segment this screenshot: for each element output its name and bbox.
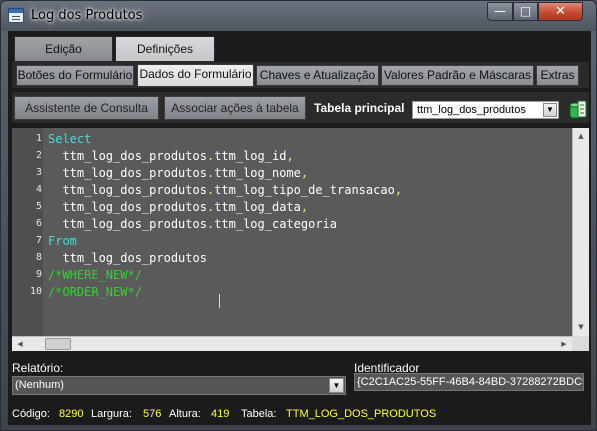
code-token: ttm_log_dos_produtos (48, 217, 207, 231)
width-value: 576 (143, 408, 162, 420)
app-window: Log dos Produtos — □ ✕ Edição Definições… (0, 0, 597, 431)
code-token: ttm_log_dos_produtos (48, 166, 207, 180)
code-token: ttm_log_dos_produtos (48, 251, 207, 265)
window-title: Log dos Produtos (31, 8, 143, 23)
sql-editor[interactable]: 1 2 3 4 5 6 7 8 9 10 Select ttm_log_dos_produtos.… (12, 128, 589, 351)
code-line[interactable]: From (48, 233, 402, 250)
height-label: Altura: (169, 408, 201, 420)
code-line[interactable]: ttm_log_dos_produtos.ttm_log_tipo_de_tra… (48, 182, 402, 199)
code-token: , (394, 183, 403, 197)
code-line[interactable]: ttm_log_dos_produtos.ttm_log_id, (48, 148, 402, 165)
code-token: ttm_log_id (214, 149, 287, 163)
line-number: 10 (29, 286, 42, 297)
code-token: , (300, 166, 309, 180)
scroll-left-icon[interactable]: ◀ (12, 337, 28, 351)
code-token: ttm_log_data (214, 200, 301, 214)
code-line[interactable]: ttm_log_dos_produtos (48, 250, 402, 267)
code-line[interactable]: ttm_log_dos_produtos.ttm_log_categoria (48, 216, 402, 233)
chevron-down-icon[interactable]: ▼ (543, 103, 557, 117)
code-token: /*ORDER_NEW*/ (48, 285, 142, 299)
database-icon[interactable] (569, 100, 587, 120)
code-token: ttm_log_nome (214, 166, 301, 180)
maximize-button[interactable]: □ (513, 2, 538, 21)
vertical-scrollbar[interactable]: ▲ ▼ (572, 128, 589, 336)
tab-edicao[interactable]: Edição (14, 36, 113, 62)
code-token: ttm_log_dos_produtos (48, 200, 207, 214)
code-value: 8290 (59, 408, 84, 420)
table-label: Tabela: (241, 408, 277, 420)
tab-definicoes[interactable]: Definições (115, 36, 215, 62)
code-line[interactable]: /*WHERE_NEW*/ (48, 267, 402, 284)
code-token: /*WHERE_NEW*/ (48, 268, 142, 282)
code-line[interactable]: ttm_log_dos_produtos.ttm_log_data, (48, 199, 402, 216)
report-label: Relatório: (12, 361, 64, 375)
code-token: ttm_log_dos_produtos (48, 149, 207, 163)
tab-chaves-e-atualizacao[interactable]: Chaves e Atualização (256, 65, 379, 86)
code-token: Select (48, 132, 92, 146)
status-bar: Código: 8290 Largura: 576 Altura: 419 Ta… (12, 408, 589, 424)
line-number: 8 (35, 252, 42, 263)
width-label: Largura: (91, 408, 132, 420)
line-number: 2 (35, 150, 42, 161)
identifier-value: {C2C1AC25-55FF-46B4-84BD-37288272BDC9} (357, 376, 584, 388)
form-window-icon (8, 8, 24, 23)
code-line[interactable]: ttm_log_dos_produtos.ttm_log_nome, (48, 165, 402, 182)
report-value: (Nenhum) (15, 379, 64, 391)
query-toolbar: Assistente de Consulta Associar ações à … (12, 92, 589, 123)
line-number: 5 (35, 201, 42, 212)
main-table-value: ttm_log_dos_produtos (417, 104, 526, 116)
minimize-button[interactable]: — (487, 2, 513, 21)
horizontal-scrollbar[interactable]: ◀ ▶ (12, 336, 572, 351)
line-number: 9 (35, 269, 42, 280)
line-number: 4 (35, 184, 42, 195)
scroll-up-icon[interactable]: ▲ (573, 128, 589, 145)
code-line[interactable]: /*ORDER_NEW*/ (48, 284, 402, 301)
report-select[interactable]: (Nenhum) ▼ (12, 376, 346, 395)
tab-extras[interactable]: Extras (536, 65, 579, 86)
scroll-thumb[interactable] (45, 338, 71, 350)
code-token: , (300, 200, 309, 214)
height-value: 419 (211, 408, 230, 420)
code-token: ttm_log_tipo_de_transacao (214, 183, 395, 197)
scroll-down-icon[interactable]: ▼ (573, 319, 589, 336)
query-wizard-button[interactable]: Assistente de Consulta (14, 96, 159, 120)
code-token: From (48, 234, 77, 248)
line-number-gutter: 1 2 3 4 5 6 7 8 9 10 (12, 128, 43, 336)
main-table-select[interactable]: ttm_log_dos_produtos ▼ (412, 101, 559, 119)
code-token: , (286, 149, 294, 163)
code-line[interactable]: Select (48, 131, 402, 148)
line-number: 3 (35, 167, 42, 178)
line-number: 7 (35, 235, 42, 246)
scrollbar-corner (572, 336, 589, 351)
sql-code[interactable]: Select ttm_log_dos_produtos.ttm_log_id, … (48, 131, 402, 301)
code-label: Código: (12, 408, 50, 420)
close-button[interactable]: ✕ (538, 2, 583, 21)
tab-valores-padrao-e-mascaras[interactable]: Valores Padrão e Máscaras (381, 65, 534, 86)
identifier-field[interactable]: {C2C1AC25-55FF-46B4-84BD-37288272BDC9} (354, 373, 584, 391)
tab-dados-do-formulario[interactable]: Dados do Formulário (137, 64, 254, 87)
code-token: ttm_log_categoria (214, 217, 338, 231)
title-bar[interactable]: Log dos Produtos — □ ✕ (1, 1, 596, 31)
line-number: 6 (35, 218, 42, 229)
sub-tabs: Botões do Formulário Dados do Formulário… (12, 62, 589, 88)
table-value: TTM_LOG_DOS_PRODUTOS (286, 408, 437, 420)
main-table-label: Tabela principal (314, 101, 405, 115)
tab-botoes-do-formulario[interactable]: Botões do Formulário (16, 65, 134, 86)
code-token: ttm_log_dos_produtos (48, 183, 207, 197)
line-number: 1 (35, 133, 42, 144)
bind-table-actions-button[interactable]: Associar ações à tabela (164, 96, 306, 120)
chevron-down-icon[interactable]: ▼ (329, 378, 344, 393)
client-area: Edição Definições Botões do Formulário D… (8, 31, 591, 425)
text-cursor (219, 294, 220, 308)
scroll-right-icon[interactable]: ▶ (556, 337, 572, 351)
